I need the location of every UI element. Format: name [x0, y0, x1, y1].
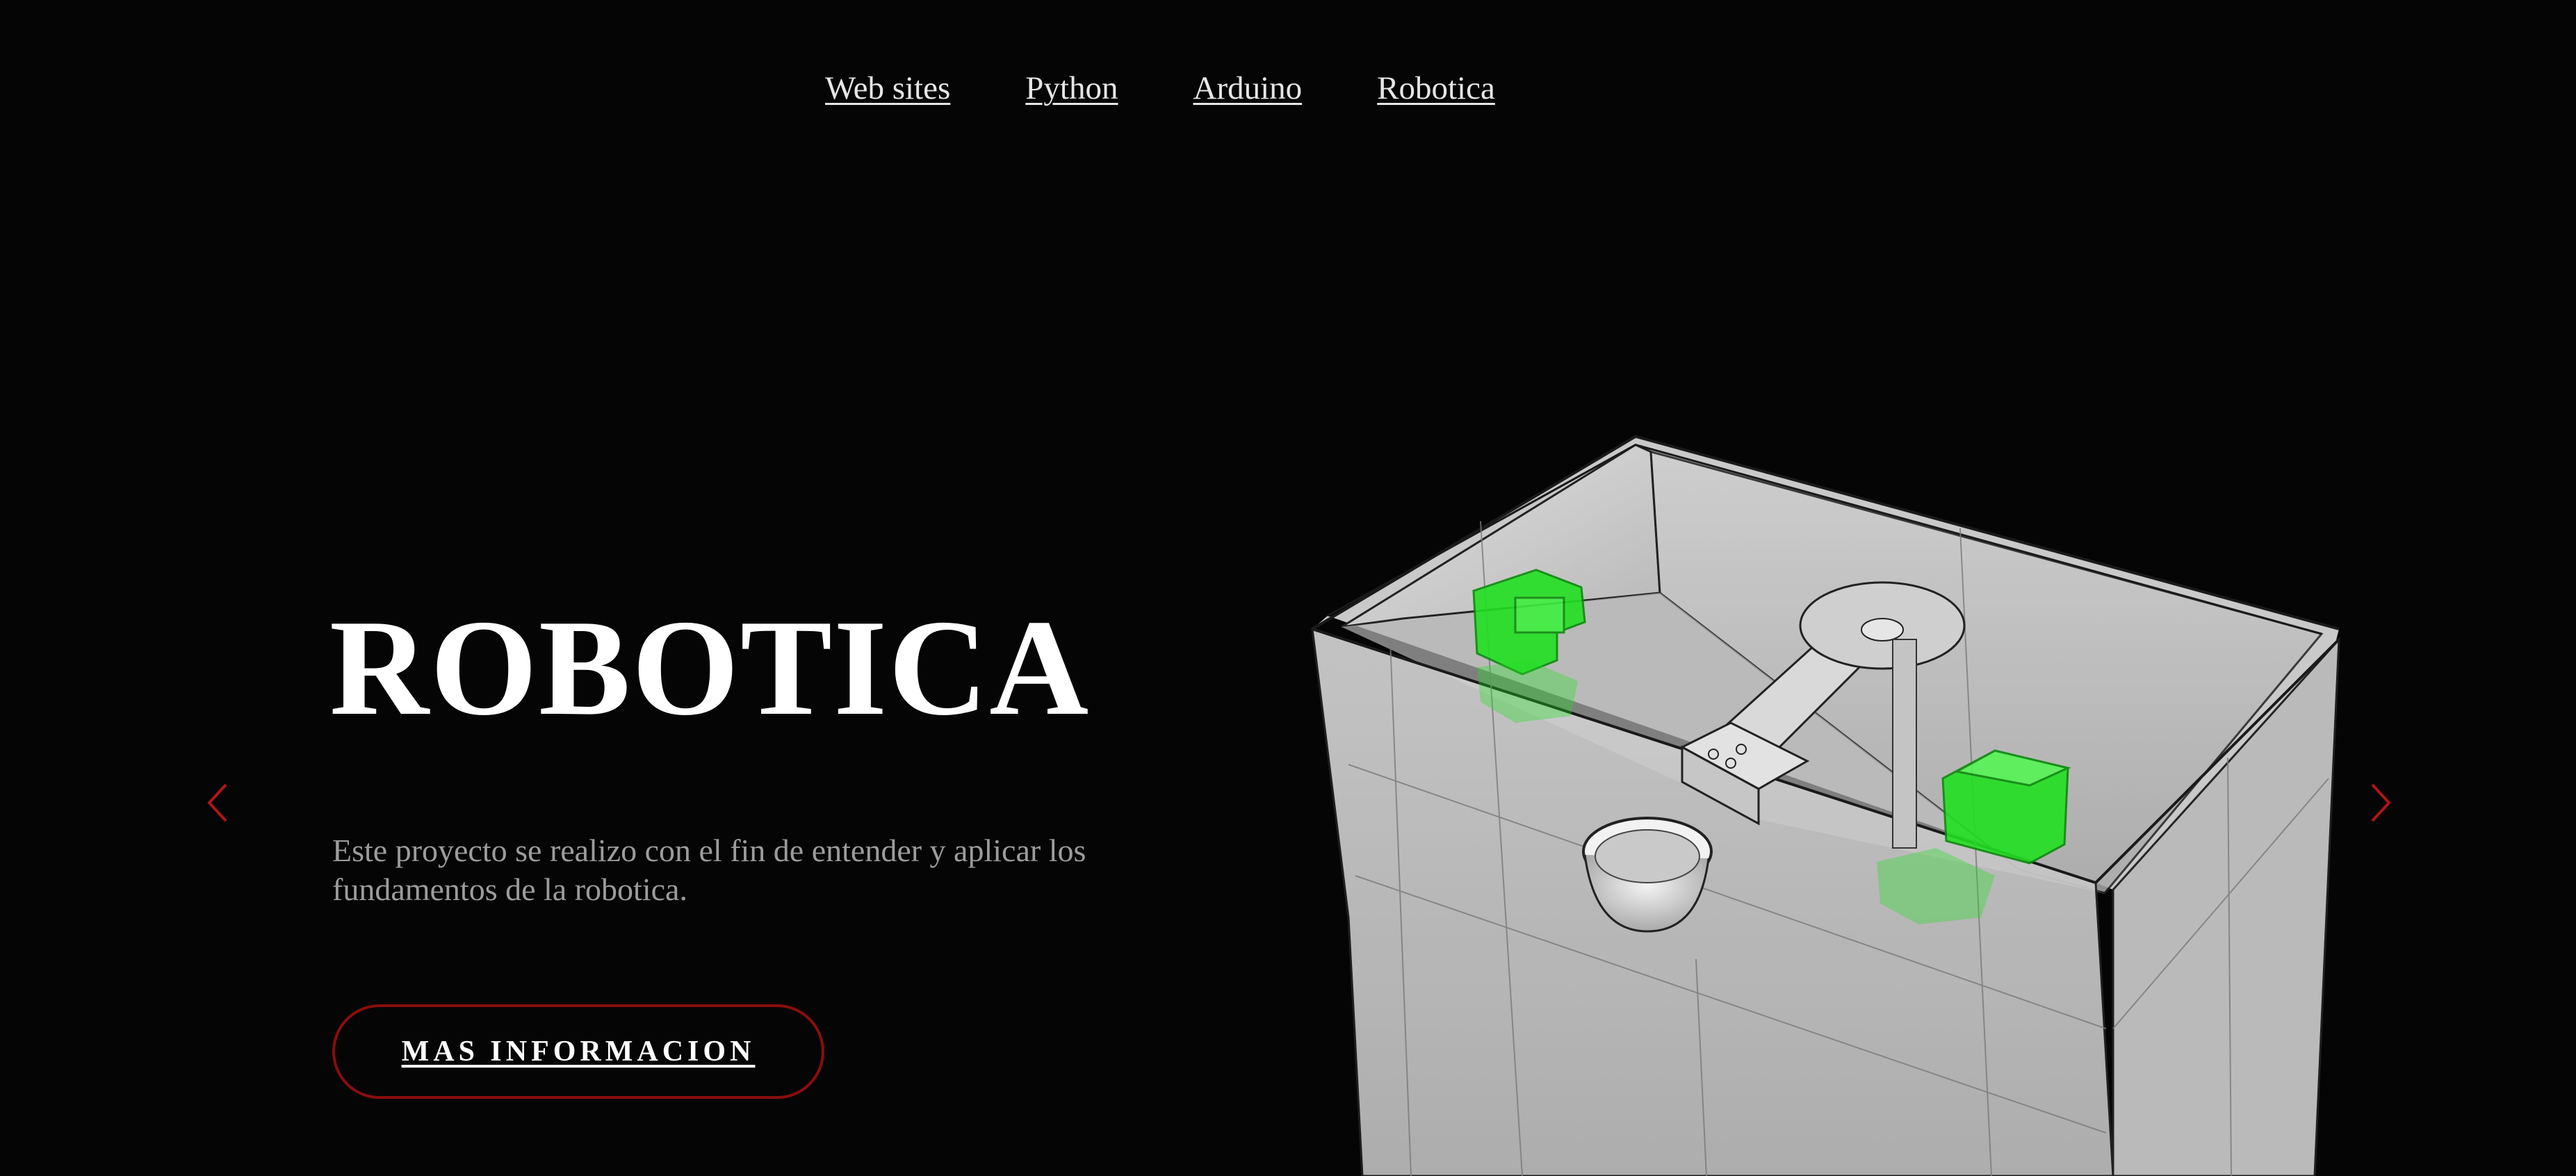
- more-info-button-label: MAS INFORMACION: [401, 1036, 756, 1068]
- nav-link-robotica[interactable]: Robotica: [1377, 70, 1495, 107]
- nav-link-python[interactable]: Python: [1025, 70, 1118, 107]
- chevron-right-icon: [2371, 783, 2391, 822]
- more-info-button[interactable]: MAS INFORMACION: [332, 1004, 824, 1099]
- carousel-next-button[interactable]: [2367, 782, 2395, 824]
- hero-description: Este proyecto se realizo con el fin de e…: [332, 833, 1086, 907]
- main-nav: Web sites Python Arduino Robotica: [825, 70, 1495, 107]
- nav-link-web-sites[interactable]: Web sites: [825, 70, 950, 107]
- hero-title: ROBOTICA: [329, 591, 1091, 744]
- carousel-prev-button[interactable]: [204, 782, 231, 824]
- chevron-left-icon: [207, 783, 227, 822]
- robot-3d-illustration: [1307, 431, 2349, 1176]
- nav-link-arduino[interactable]: Arduino: [1193, 70, 1302, 107]
